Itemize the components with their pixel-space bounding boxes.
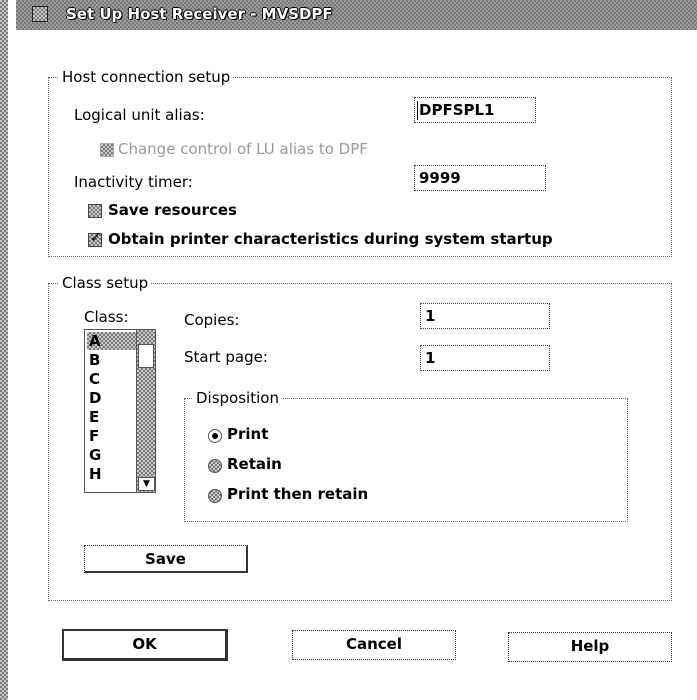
dialog-window: Set Up Host Receiver - MVSDPF Host conne…	[0, 0, 697, 700]
start-page-label: Start page:	[184, 348, 268, 366]
change-control-checkbox[interactable]	[100, 143, 114, 157]
class-list-scrollbar[interactable]: ▼	[136, 330, 155, 492]
change-control-label: Change control of LU alias to DPF	[118, 140, 368, 158]
host-connection-legend: Host connection setup	[59, 68, 234, 86]
start-page-value: 1	[425, 349, 436, 367]
ok-button[interactable]: OK	[62, 629, 228, 661]
radio-print[interactable]	[208, 429, 222, 443]
copies-label: Copies:	[184, 311, 240, 329]
save-resources-label: Save resources	[108, 201, 237, 219]
start-page-field[interactable]: 1	[420, 345, 550, 371]
class-listbox[interactable]: A B C D E F G H ▼	[84, 329, 156, 493]
radio-print-label: Print	[227, 425, 269, 443]
logical-unit-alias-field[interactable]: DPFSPL1	[414, 97, 536, 123]
window-frame	[0, 0, 8, 700]
save-button[interactable]: Save	[84, 545, 248, 573]
help-button[interactable]: Help	[508, 632, 672, 662]
title-bar[interactable]: Set Up Host Receiver - MVSDPF	[16, 0, 697, 30]
copies-value: 1	[425, 307, 436, 325]
radio-retain-label: Retain	[227, 455, 282, 473]
text-cursor	[417, 101, 418, 120]
scroll-down-arrow-icon[interactable]: ▼	[138, 477, 155, 491]
radio-print-then-retain-label: Print then retain	[227, 485, 369, 503]
class-list-item[interactable]: B	[87, 351, 139, 369]
class-label: Class:	[84, 308, 129, 326]
radio-selected-dot	[212, 433, 218, 439]
inactivity-timer-label: Inactivity timer:	[74, 173, 193, 191]
obtain-printer-checkbox[interactable]: ✓	[88, 230, 102, 247]
system-menu-icon[interactable]	[32, 6, 48, 22]
window-title: Set Up Host Receiver - MVSDPF	[66, 5, 333, 23]
class-list-item[interactable]: F	[87, 427, 139, 445]
class-list-item[interactable]: E	[87, 408, 139, 426]
class-list-item[interactable]: D	[87, 389, 139, 407]
save-resources-checkbox[interactable]	[88, 204, 102, 218]
radio-print-then-retain[interactable]	[208, 489, 222, 503]
class-list-item[interactable]: H	[87, 465, 139, 483]
logical-unit-alias-label: Logical unit alias:	[74, 106, 205, 124]
copies-field[interactable]: 1	[420, 303, 550, 329]
scroll-thumb[interactable]	[138, 344, 154, 368]
inactivity-timer-field[interactable]: 9999	[414, 165, 546, 191]
class-list-item[interactable]: C	[87, 370, 139, 388]
obtain-printer-label: Obtain printer characteristics during sy…	[108, 230, 553, 248]
disposition-legend: Disposition	[193, 389, 282, 407]
logical-unit-alias-value: DPFSPL1	[419, 101, 495, 119]
class-setup-legend: Class setup	[59, 274, 152, 292]
checkmark-icon: ✓	[90, 230, 102, 246]
inactivity-timer-value: 9999	[419, 169, 461, 187]
class-list-item[interactable]: G	[87, 446, 139, 464]
cancel-button[interactable]: Cancel	[292, 630, 456, 660]
radio-retain[interactable]	[208, 459, 222, 473]
class-list-item[interactable]: A	[87, 332, 139, 350]
